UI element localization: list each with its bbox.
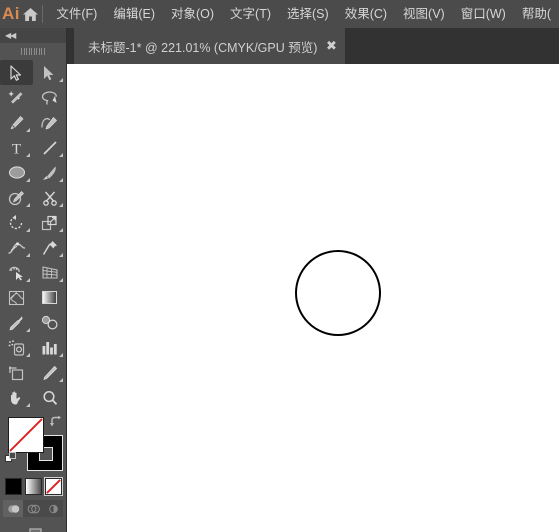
menu-help[interactable]: 帮助( <box>514 0 559 28</box>
paintbrush-icon <box>41 165 58 181</box>
tool-rotate[interactable] <box>0 210 33 235</box>
scale-icon <box>41 215 58 231</box>
menu-type[interactable]: 文字(T) <box>222 0 279 28</box>
colormode-color[interactable] <box>4 478 22 495</box>
ellipse-shape[interactable] <box>295 250 381 336</box>
tool-scissors[interactable] <box>33 185 66 210</box>
hand-icon <box>8 390 25 406</box>
tool-width[interactable] <box>0 235 33 260</box>
swap-fill-stroke-icon[interactable] <box>49 415 63 429</box>
tool-artboard[interactable] <box>0 360 33 385</box>
colormode-none[interactable] <box>43 477 63 496</box>
drawmode-normal[interactable] <box>3 500 23 517</box>
document-tab[interactable]: 未标题-1* @ 221.01% (CMYK/GPU 预览) ✖ <box>74 28 346 64</box>
direct-selection-arrow-icon <box>43 65 56 81</box>
tool-shaper[interactable] <box>0 185 33 210</box>
puppet-warp-pin-icon <box>42 240 58 256</box>
ellipse-icon <box>8 165 26 180</box>
fill-swatch[interactable] <box>8 417 44 453</box>
tools-panel-header[interactable]: ◀◀ <box>0 28 66 43</box>
tool-magic-wand[interactable] <box>0 85 33 110</box>
menu-edit[interactable]: 编辑(E) <box>105 0 163 28</box>
tool-symbol-sprayer[interactable] <box>0 335 33 360</box>
tool-blend[interactable] <box>33 310 66 335</box>
ai-logo: Ai <box>2 4 20 23</box>
tool-curvature[interactable] <box>33 110 66 135</box>
tool-hand[interactable] <box>0 385 33 410</box>
tool-column-graph[interactable] <box>33 335 66 360</box>
none-slash-icon <box>45 479 61 494</box>
default-fill-stroke-icon[interactable] <box>5 452 18 465</box>
menu-view[interactable]: 视图(V) <box>395 0 453 28</box>
menu-select[interactable]: 选择(S) <box>279 0 337 28</box>
menu-divider <box>41 5 43 23</box>
curvature-icon <box>40 115 59 131</box>
eyedropper-icon <box>8 315 25 331</box>
tool-shape-builder[interactable] <box>0 260 33 285</box>
shaper-icon <box>8 190 25 206</box>
tool-scale[interactable] <box>33 210 66 235</box>
screen-mode-button[interactable] <box>0 525 66 532</box>
menu-file[interactable]: 文件(F) <box>48 0 105 28</box>
magic-wand-icon <box>8 90 25 106</box>
tools-panel: ◀◀ T <box>0 28 67 532</box>
tool-lasso[interactable] <box>33 85 66 110</box>
selection-arrow-icon <box>10 64 23 81</box>
home-icon[interactable] <box>22 0 40 28</box>
menu-bar: Ai 文件(F) 编辑(E) 对象(O) 文字(T) 选择(S) 效果(C) 视… <box>0 0 559 28</box>
symbol-sprayer-icon <box>8 339 26 356</box>
menu-effect[interactable]: 效果(C) <box>337 0 395 28</box>
none-slash-icon <box>9 418 43 452</box>
document-tab-bar: 未标题-1* @ 221.01% (CMYK/GPU 预览) ✖ <box>0 28 559 64</box>
tool-slice[interactable] <box>33 360 66 385</box>
rotate-icon <box>8 214 25 231</box>
tool-eyedropper[interactable] <box>0 310 33 335</box>
pen-icon <box>8 115 25 131</box>
gradient-icon <box>41 290 58 305</box>
drawmode-behind[interactable] <box>23 500 43 517</box>
chevron-double-left-icon[interactable]: ◀◀ <box>5 31 16 40</box>
perspective-grid-icon <box>41 265 59 280</box>
artboard-icon <box>8 365 25 381</box>
line-segment-icon <box>42 140 58 156</box>
color-mode-buttons <box>0 477 66 496</box>
draw-mode-buttons <box>0 500 66 517</box>
illustrator-window: Ai 文件(F) 编辑(E) 对象(O) 文字(T) 选择(S) 效果(C) 视… <box>0 0 559 532</box>
close-icon[interactable]: ✖ <box>317 28 345 64</box>
width-icon <box>7 240 26 256</box>
grip-dots-icon <box>21 47 45 55</box>
lasso-icon <box>41 90 58 106</box>
slice-knife-icon <box>41 365 58 381</box>
tool-paintbrush[interactable] <box>33 160 66 185</box>
colormode-gradient[interactable] <box>24 478 42 495</box>
tool-zoom[interactable] <box>33 385 66 410</box>
zoom-magnifier-icon <box>42 390 58 406</box>
tool-pen[interactable] <box>0 110 33 135</box>
tool-type[interactable]: T <box>0 135 33 160</box>
tool-grid: T <box>0 59 66 410</box>
mesh-icon <box>8 290 25 306</box>
type-icon: T <box>9 140 24 156</box>
tool-mesh[interactable] <box>0 285 33 310</box>
color-control <box>0 414 66 476</box>
tool-direct-selection[interactable] <box>33 60 66 85</box>
blend-icon <box>41 315 59 330</box>
tool-puppet-warp[interactable] <box>33 235 66 260</box>
tool-ellipse[interactable] <box>0 160 33 185</box>
scissors-icon <box>42 190 58 206</box>
menu-object[interactable]: 对象(O) <box>163 0 222 28</box>
shape-builder-icon <box>8 265 26 281</box>
tools-panel-grip[interactable] <box>0 43 66 59</box>
artboard-canvas[interactable] <box>74 64 559 532</box>
tool-line-segment[interactable] <box>33 135 66 160</box>
column-graph-icon <box>41 340 58 355</box>
document-tab-title: 未标题-1* @ 221.01% (CMYK/GPU 预览) <box>88 40 318 55</box>
tool-perspective-grid[interactable] <box>33 260 66 285</box>
tool-selection[interactable] <box>0 60 33 85</box>
drawmode-inside[interactable] <box>43 500 63 517</box>
tool-gradient[interactable] <box>33 285 66 310</box>
menu-window[interactable]: 窗口(W) <box>453 0 514 28</box>
svg-text:T: T <box>12 141 21 156</box>
